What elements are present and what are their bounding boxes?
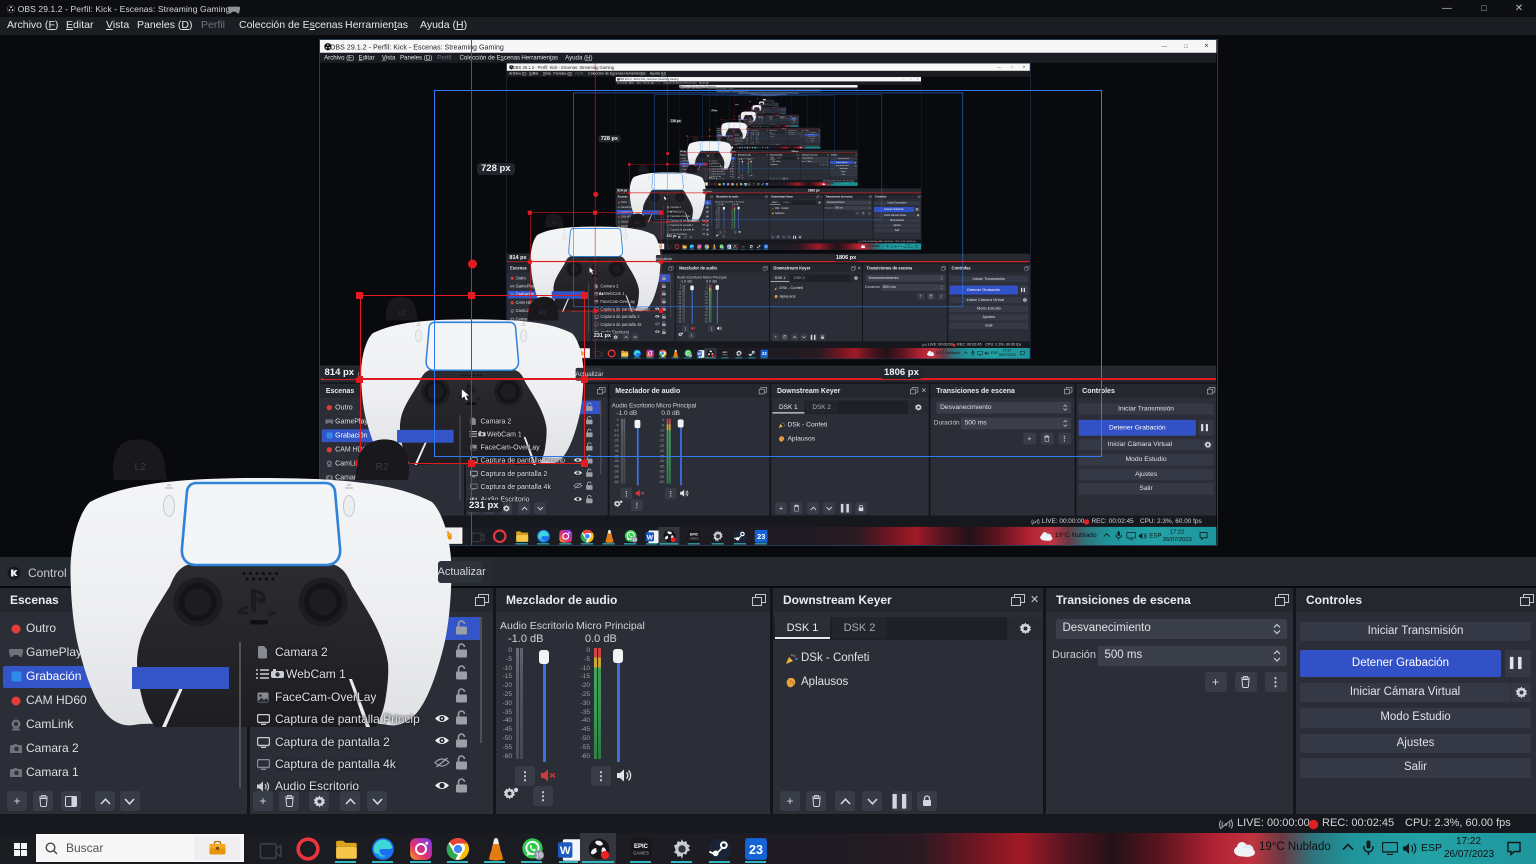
svg-text:16: 16: [535, 852, 543, 860]
svg-text:EPIC: EPIC: [690, 533, 699, 537]
svg-text:23: 23: [757, 532, 765, 541]
svg-text:GAMES: GAMES: [633, 850, 649, 855]
svg-text:23: 23: [749, 843, 763, 857]
svg-text:EPIC: EPIC: [634, 844, 649, 850]
svg-text:L2: L2: [134, 462, 146, 473]
svg-text:W: W: [647, 534, 654, 541]
svg-text:W: W: [560, 845, 571, 857]
svg-text:GAMES: GAMES: [690, 537, 699, 540]
svg-text:R2: R2: [375, 462, 388, 473]
